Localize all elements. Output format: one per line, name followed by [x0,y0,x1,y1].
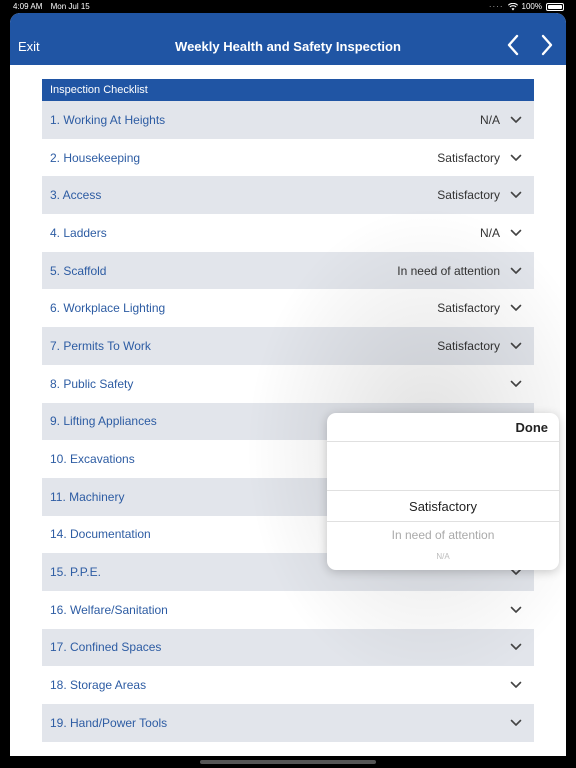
row-label: 3. Access [50,188,102,203]
battery-percent: 100% [521,2,542,11]
checklist-header: Inspection Checklist [42,79,534,101]
checklist-row[interactable]: 4. Ladders N/A [42,214,534,252]
wifi-icon [507,2,518,10]
row-label: 18. Storage Areas [50,678,147,693]
row-label: 16. Welfare/Sanitation [50,602,168,617]
checklist-row[interactable]: 2. Housekeeping Satisfactory [42,138,534,177]
row-value[interactable]: N/A [480,113,500,127]
row-value[interactable]: N/A [480,226,500,240]
chevron-down-icon[interactable] [510,643,522,651]
chevron-down-icon[interactable] [510,267,522,275]
checklist-row[interactable]: 3. Access Satisfactory [42,176,534,215]
row-label: 5. Scaffold [50,263,107,278]
status-bar: 4:09 AM Mon Jul 15 ···· 100% [0,0,576,12]
picker-selection-top [327,490,559,491]
picker-option[interactable]: N/A [327,552,559,561]
picker-option[interactable]: In need of attention [327,528,559,542]
row-value[interactable]: Satisfactory [437,339,500,353]
chevron-down-icon[interactable] [510,719,522,727]
row-label: 4. Ladders [50,225,107,240]
row-label: 11. Machinery [50,489,125,504]
done-button[interactable]: Done [516,420,549,435]
row-value[interactable]: In need of attention [397,264,500,278]
row-label: 8. Public Safety [50,376,134,391]
chevron-down-icon[interactable] [510,229,522,237]
content-area: Inspection Checklist 1. Working At Heigh… [10,65,566,756]
home-indicator[interactable] [200,760,376,764]
row-label: 6. Workplace Lighting [50,301,166,316]
checklist-row[interactable]: 17. Confined Spaces [42,628,534,667]
chevron-down-icon[interactable] [510,342,522,350]
row-label: 9. Lifting Appliances [50,414,157,429]
row-label: 19. Hand/Power Tools [50,715,168,730]
checklist-row[interactable]: 7. Permits To Work Satisfactory [42,327,534,365]
row-label: 1. Working At Heights [50,112,166,127]
checklist-row[interactable]: 1. Working At Heights N/A [42,101,534,139]
row-label: 15. P.P.E. [50,565,101,580]
nav-bar: Exit Weekly Health and Safety Inspection [10,13,566,65]
checklist-row[interactable]: 16. Welfare/Sanitation [42,590,534,629]
status-date: Mon Jul 15 [50,2,90,11]
checklist-row[interactable]: 6. Workplace Lighting Satisfactory [42,289,534,328]
chevron-right-icon[interactable] [534,33,558,57]
app-window: Exit Weekly Health and Safety Inspection… [10,13,566,756]
picker-divider [327,441,559,442]
page-title: Weekly Health and Safety Inspection [175,39,401,54]
row-label: 10. Excavations [50,452,135,467]
row-value[interactable]: Satisfactory [437,301,500,315]
picker-option-selected[interactable]: Satisfactory [327,499,559,514]
checklist-row[interactable]: 19. Hand/Power Tools [42,704,534,742]
row-label: 14. Documentation [50,527,151,542]
chevron-down-icon[interactable] [510,116,522,124]
chevron-left-icon[interactable] [502,33,526,57]
row-value[interactable]: Satisfactory [437,188,500,202]
chevron-down-icon[interactable] [510,154,522,162]
status-time: 4:09 AM [13,2,43,11]
row-label: 7. Permits To Work [50,338,151,353]
row-value[interactable]: Satisfactory [437,151,500,165]
row-label: 2. Housekeeping [50,150,141,165]
row-label: 17. Confined Spaces [50,640,162,655]
multitasking-dots-icon: ···· [488,2,504,11]
checklist-row[interactable]: 18. Storage Areas [42,666,534,704]
chevron-down-icon[interactable] [510,606,522,614]
value-picker[interactable]: Done Satisfactory In need of attention N… [327,413,559,570]
chevron-down-icon[interactable] [510,304,522,312]
chevron-down-icon[interactable] [510,380,522,388]
checklist-row[interactable]: 5. Scaffold In need of attention [42,251,534,290]
inspection-checklist: Inspection Checklist 1. Working At Heigh… [42,79,534,742]
picker-selection-bottom [327,521,559,522]
chevron-down-icon[interactable] [510,681,522,689]
chevron-down-icon[interactable] [510,191,522,199]
checklist-row[interactable]: 8. Public Safety [42,364,534,403]
battery-icon [546,2,564,11]
